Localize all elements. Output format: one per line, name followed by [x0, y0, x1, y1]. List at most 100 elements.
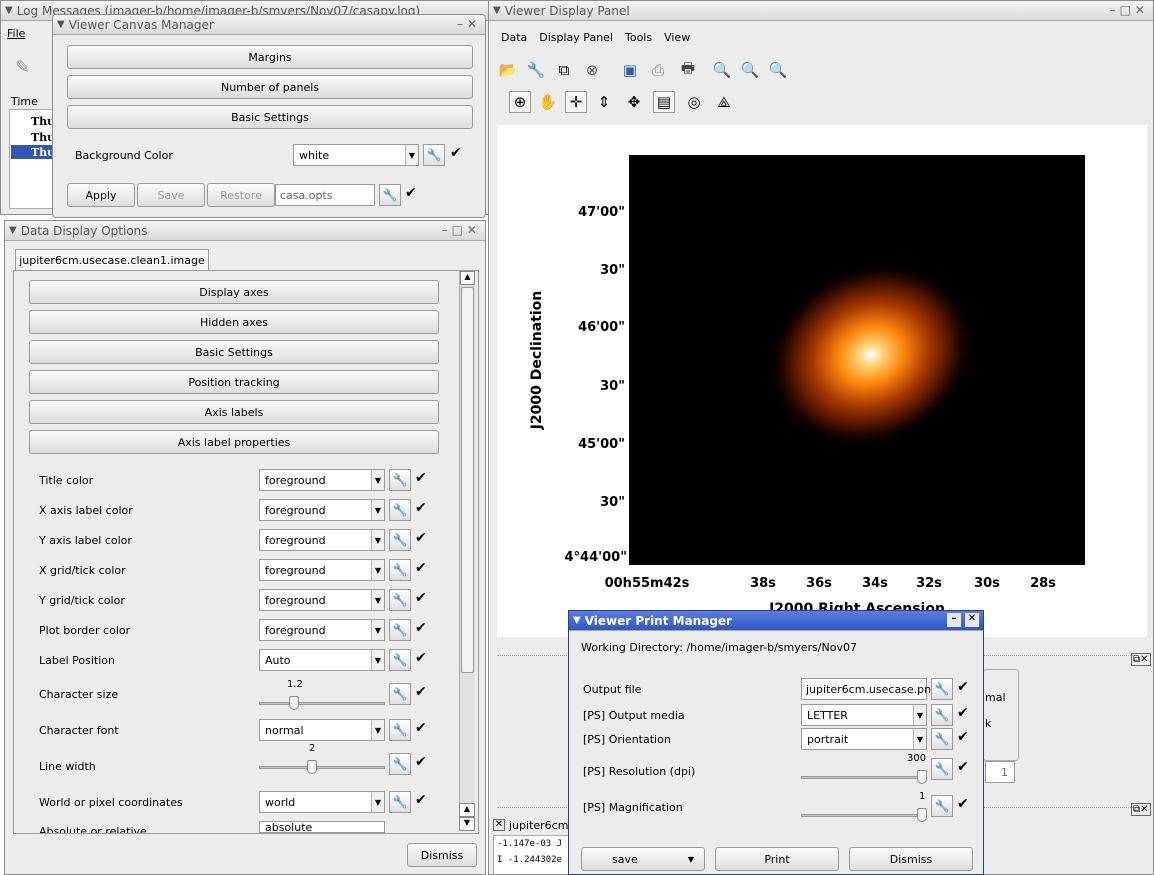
section-hidden-axes[interactable]: Hidden axes — [29, 310, 439, 334]
option-select[interactable]: foreground ▼ — [259, 499, 385, 521]
close-circle-icon[interactable]: ⊗ — [581, 59, 603, 81]
collapse-arrow-icon[interactable]: ▼ — [57, 19, 65, 30]
collapse-arrow-icon[interactable]: ▼ — [9, 225, 17, 236]
rectangle-tool-icon[interactable]: ▤ — [653, 91, 675, 113]
option-select[interactable]: foreground ▼ — [259, 469, 385, 491]
scroll-thumb[interactable] — [461, 287, 474, 673]
menu-data[interactable]: Data — [501, 31, 527, 44]
wrench-icon[interactable]: 🔧 — [389, 559, 411, 581]
checkmark-icon[interactable]: ✔ — [957, 759, 969, 775]
slider-knob[interactable] — [917, 808, 927, 822]
option-select[interactable]: foreground ▼ — [259, 619, 385, 641]
checkmark-icon[interactable]: ✔ — [415, 720, 427, 736]
menu-display-panel[interactable]: Display Panel — [539, 31, 613, 44]
wrench-icon[interactable]: 🔧 — [389, 619, 411, 641]
resolution-slider[interactable]: 300 — [801, 753, 927, 785]
close-icon[interactable]: ✕ — [965, 613, 979, 627]
checkmark-icon[interactable]: ✔ — [415, 470, 427, 486]
option-select[interactable]: foreground ▼ — [259, 529, 385, 551]
line-width-slider[interactable]: 2 — [259, 743, 385, 775]
section-display-axes[interactable]: Display axes — [29, 280, 439, 304]
checkmark-icon[interactable]: ✔ — [450, 145, 462, 161]
minimize-icon[interactable]: – — [947, 613, 961, 627]
wrench-icon[interactable]: 🔧 — [389, 499, 411, 521]
print-button[interactable]: Print — [715, 847, 839, 871]
output-file-input[interactable]: jupiter6cm.usecase.png — [801, 678, 938, 700]
wrench-icon[interactable]: 🔧 — [389, 469, 411, 491]
wrench-icon[interactable]: 🔧 — [931, 758, 953, 780]
wrench-icon[interactable]: 🔧 — [931, 795, 953, 817]
scroll-up-icon[interactable]: ▲ — [460, 271, 475, 285]
print-manager-titlebar[interactable]: ▼ Viewer Print Manager – ✕ — [569, 611, 983, 631]
window-controls-icon[interactable]: –□✕ — [442, 223, 481, 237]
slider-knob[interactable] — [289, 696, 299, 710]
section-position-tracking[interactable]: Position tracking — [29, 370, 439, 394]
slider-knob[interactable] — [307, 760, 317, 774]
section-basic-settings[interactable]: Basic Settings — [29, 340, 439, 364]
option-select[interactable]: world ▼ — [259, 791, 385, 813]
wrench-icon[interactable]: 🔧 — [931, 728, 953, 750]
section-margins[interactable]: Margins — [67, 45, 473, 69]
wrench-icon[interactable]: 🔧 — [379, 184, 401, 206]
checkmark-icon[interactable]: ✔ — [957, 705, 969, 721]
open-folder-icon[interactable]: 📂 — [497, 59, 519, 81]
checkmark-icon[interactable]: ✔ — [957, 796, 969, 812]
canvas-manager-titlebar[interactable]: ▼ Viewer Canvas Manager –✕ — [53, 15, 485, 35]
bg-color-select[interactable]: white ▼ — [293, 144, 419, 166]
wrench-icon[interactable]: 🔧 — [389, 791, 411, 813]
option-select[interactable]: absolute — [259, 821, 385, 833]
checkmark-icon[interactable]: ✔ — [415, 620, 427, 636]
dismiss-button[interactable]: Dismiss — [407, 843, 477, 867]
apply-button[interactable]: Apply — [67, 183, 135, 207]
checkmark-icon[interactable]: ✔ — [957, 679, 969, 695]
section-axis-labels[interactable]: Axis labels — [29, 400, 439, 424]
restore-button[interactable]: Restore — [207, 183, 275, 207]
menu-tools[interactable]: Tools — [625, 31, 652, 44]
print-icon[interactable]: 🖶 — [677, 59, 699, 81]
wrench-icon[interactable]: 🔧 — [389, 753, 411, 775]
orientation-select[interactable]: portrait ▼ — [801, 728, 927, 750]
checkmark-icon[interactable]: ✔ — [415, 530, 427, 546]
col-time[interactable]: Time — [11, 95, 38, 108]
data-display-titlebar[interactable]: ▼ Data Display Options –□✕ — [5, 221, 485, 241]
zoom-out-icon[interactable]: 🔍 — [767, 59, 789, 81]
dock-float-icon[interactable]: ⧉✕ — [1131, 653, 1151, 666]
checkmark-icon[interactable]: ✔ — [405, 185, 417, 201]
wrench-icon[interactable]: 🔧 — [423, 144, 445, 166]
point-tool-icon[interactable]: ✥ — [623, 91, 645, 113]
display-canvas[interactable]: J2000 Declination 47'00" 30" 46'00" 30" … — [497, 125, 1147, 637]
wrench-tool-icon[interactable]: 🔧 — [525, 59, 547, 81]
save-button[interactable]: Save — [137, 183, 205, 207]
crosshair-tool-icon[interactable]: ✛ — [565, 91, 587, 113]
dismiss-button[interactable]: Dismiss — [849, 847, 973, 871]
polygon-tool-icon[interactable]: ⟁ — [713, 91, 735, 113]
zoom-fit-icon[interactable]: 🔍 — [711, 59, 733, 81]
option-select[interactable]: Auto ▼ — [259, 649, 385, 671]
section-number-of-panels[interactable]: Number of panels — [67, 75, 473, 99]
zoom-tool-icon[interactable]: ⊕ — [509, 91, 531, 113]
scrollbar[interactable]: ▲ — [459, 271, 475, 831]
magnification-slider[interactable]: 1 — [801, 791, 927, 823]
viewer-titlebar[interactable]: ▼ Viewer Display Panel –□✕ — [489, 1, 1153, 21]
save-button[interactable]: save ▼ — [581, 847, 705, 871]
wrench-icon[interactable]: 🔧 — [931, 678, 953, 700]
wrench-icon[interactable]: 🔧 — [931, 704, 953, 726]
checkmark-icon[interactable]: ✔ — [415, 590, 427, 606]
option-select[interactable]: foreground ▼ — [259, 559, 385, 581]
collapse-arrow-icon[interactable]: ▼ — [573, 615, 581, 626]
print-setup-icon[interactable]: ⎙ — [647, 59, 669, 81]
option-select[interactable]: foreground ▼ — [259, 589, 385, 611]
scroll-down-icon[interactable]: ▼ — [459, 817, 475, 831]
contrast-tool-icon[interactable]: ⇕ — [593, 91, 615, 113]
options-file-input[interactable]: casa.opts — [275, 184, 375, 206]
checkmark-icon[interactable]: ✔ — [415, 500, 427, 516]
window-controls-icon[interactable]: –□✕ — [1110, 3, 1149, 17]
copy-icon[interactable]: ⧉ — [553, 59, 575, 81]
menu-file[interactable]: File — [7, 27, 25, 40]
menu-view[interactable]: View — [664, 31, 690, 44]
pan-hand-icon[interactable]: ✋ — [537, 91, 559, 113]
character-size-slider[interactable]: 1.2 — [259, 679, 385, 711]
frame-number-field[interactable]: 1 — [985, 761, 1015, 783]
checkmark-icon[interactable]: ✔ — [415, 650, 427, 666]
wrench-icon[interactable]: 🔧 — [389, 589, 411, 611]
